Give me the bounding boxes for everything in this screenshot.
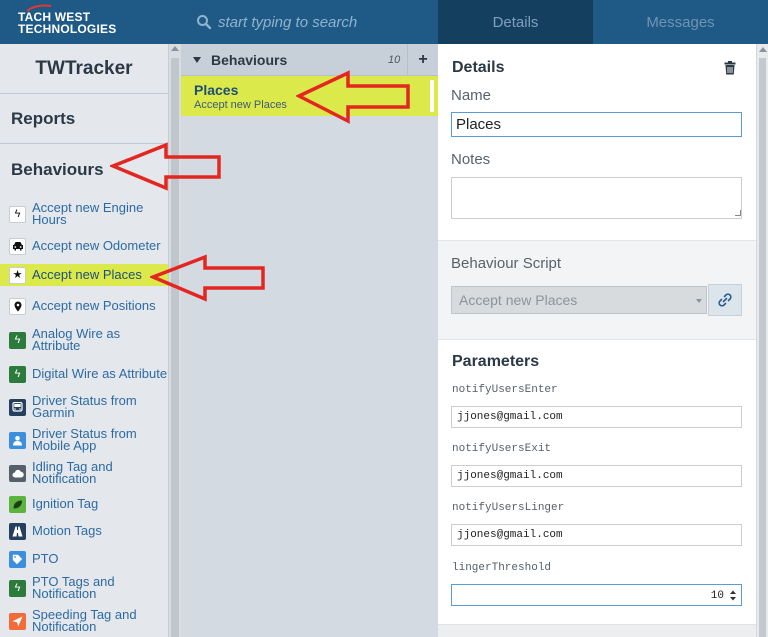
resize-grip-icon[interactable] (735, 210, 741, 216)
panel-footer (438, 624, 756, 637)
app-window: TACH WEST TECHNOLOGIES Details Messages … (0, 0, 768, 637)
bolt-icon: ϟ (9, 365, 26, 383)
top-bar: TACH WEST TECHNOLOGIES Details Messages (0, 0, 768, 44)
sidebar-scrollbar[interactable] (168, 44, 181, 637)
bus-icon (9, 398, 26, 416)
leaf-icon (9, 495, 26, 513)
behaviour-script-select[interactable]: Accept new Places (451, 286, 707, 314)
behaviour-list-panel: Behaviours 10 + Places Accept new Places (181, 44, 438, 637)
app-title: TWTracker (0, 44, 168, 94)
behaviour-item-driver-mobile[interactable]: Driver Status from Mobile App (0, 426, 168, 454)
cloud-icon (9, 464, 26, 482)
caret-down-icon[interactable] (193, 56, 201, 63)
brand-line2: TECHNOLOGIES (18, 22, 117, 36)
behaviour-item-driver-garmin[interactable]: Driver Status from Garmin (0, 393, 168, 421)
behaviour-item-digital-wire[interactable]: ϟ Digital Wire as Attribute (0, 360, 168, 388)
details-title: Details (452, 59, 505, 76)
link-script-button[interactable] (708, 284, 742, 316)
behaviour-item-engine-hours[interactable]: ϟ Accept new Engine Hours (0, 200, 168, 228)
behaviour-item-label: Motion Tags (32, 523, 102, 538)
bolt-icon: ϟ (9, 331, 26, 349)
behaviour-item-odometer[interactable]: Accept new Odometer (0, 232, 168, 260)
name-label: Name (451, 87, 492, 104)
param-label: lingerThreshold (452, 562, 552, 574)
selection-indicator (430, 80, 434, 112)
bolt-icon: ϟ (9, 205, 26, 223)
behaviour-item-pto[interactable]: PTO (0, 549, 168, 569)
tab-details[interactable]: Details (438, 0, 593, 44)
behaviour-item-label: Accept new Places (32, 267, 142, 282)
param-notify-linger-input[interactable] (451, 524, 742, 546)
trash-icon[interactable] (724, 61, 736, 75)
param-label: notifyUsersExit (452, 443, 552, 455)
behaviour-item-label: Driver Status from Garmin (32, 393, 137, 420)
behaviour-item-label: Ignition Tag (32, 496, 99, 511)
details-panel: Details Name Notes Behaviour Script Acce… (438, 44, 756, 637)
behaviour-item-positions[interactable]: Accept new Positions (0, 292, 168, 320)
link-icon (718, 293, 732, 307)
behaviour-script-value: Accept new Places (459, 292, 578, 308)
behaviour-item-label: Idling Tag and Notification (32, 459, 113, 486)
behaviour-item-label: Analog Wire as Attribute (32, 326, 121, 353)
annotation-arrow-icon (296, 70, 410, 124)
behaviour-script-label: Behaviour Script (451, 255, 562, 272)
behaviour-item-motion[interactable]: Motion Tags (0, 521, 168, 541)
annotation-arrow-icon (150, 254, 265, 302)
param-notify-enter-input[interactable] (451, 406, 742, 428)
param-notify-exit-input[interactable] (451, 465, 742, 487)
sidebar: TWTracker Reports Behaviours ϟ Accept ne… (0, 44, 168, 637)
spinner-icon[interactable] (729, 589, 737, 602)
sidebar-item-behaviours[interactable]: Behaviours (11, 160, 104, 180)
scroll-up-arrow-icon[interactable] (171, 46, 179, 51)
behaviour-item-label: Accept new Positions (32, 298, 156, 313)
behaviour-list-title: Behaviours (211, 51, 288, 68)
map-pin-icon (9, 297, 26, 315)
behaviour-count: 10 (388, 54, 401, 66)
behaviour-item-label: Digital Wire as Attribute (32, 366, 168, 381)
name-field[interactable] (451, 112, 742, 137)
notes-field[interactable] (451, 177, 742, 219)
param-label: notifyUsersLinger (452, 502, 565, 514)
brand-logo[interactable]: TACH WEST TECHNOLOGIES (14, 4, 164, 40)
behaviour-item-label: PTO (32, 551, 59, 566)
behaviour-item-label: Accept new Odometer (32, 238, 161, 253)
tab-messages[interactable]: Messages (593, 0, 768, 44)
parameters-title: Parameters (452, 353, 540, 370)
notes-label: Notes (451, 151, 491, 168)
behaviour-item-speeding[interactable]: Speeding Tag and Notification (0, 607, 168, 635)
behaviour-item-label: Accept new Engine Hours (32, 200, 144, 227)
behaviour-item-places[interactable]: ★ Accept new Places (0, 264, 168, 286)
behaviour-item-idling[interactable]: Idling Tag and Notification (0, 459, 168, 487)
user-icon (9, 431, 26, 449)
linger-threshold-value: 10 (710, 590, 724, 602)
behaviour-item-analog-wire[interactable]: ϟ Analog Wire as Attribute (0, 326, 168, 354)
tag-icon (9, 550, 26, 568)
behaviour-item-label: PTO Tags and Notification (32, 574, 115, 601)
behaviour-item-pto-tags[interactable]: ϟ PTO Tags and Notification (0, 574, 168, 602)
search-input[interactable] (218, 13, 418, 31)
star-icon: ★ (9, 266, 26, 284)
linger-threshold-input[interactable]: 10 (451, 584, 742, 606)
annotation-arrow-icon (110, 142, 221, 191)
road-icon (9, 522, 26, 540)
details-scrollbar[interactable] (756, 44, 768, 637)
bolt-icon: ϟ (9, 579, 26, 597)
sidebar-item-reports[interactable]: Reports (0, 94, 168, 144)
param-label: notifyUsersEnter (452, 384, 558, 396)
behaviour-item-label: Driver Status from Mobile App (32, 426, 137, 453)
car-icon (9, 237, 26, 255)
search-bar (186, 0, 438, 44)
search-icon (197, 15, 212, 30)
send-icon (9, 612, 26, 630)
scroll-up-arrow-icon[interactable] (759, 47, 767, 52)
chevron-down-icon (696, 299, 702, 303)
scroll-thumb[interactable] (759, 58, 766, 637)
behaviour-item-ignition[interactable]: Ignition Tag (0, 494, 168, 514)
behaviour-item-label: Speeding Tag and Notification (32, 607, 137, 634)
